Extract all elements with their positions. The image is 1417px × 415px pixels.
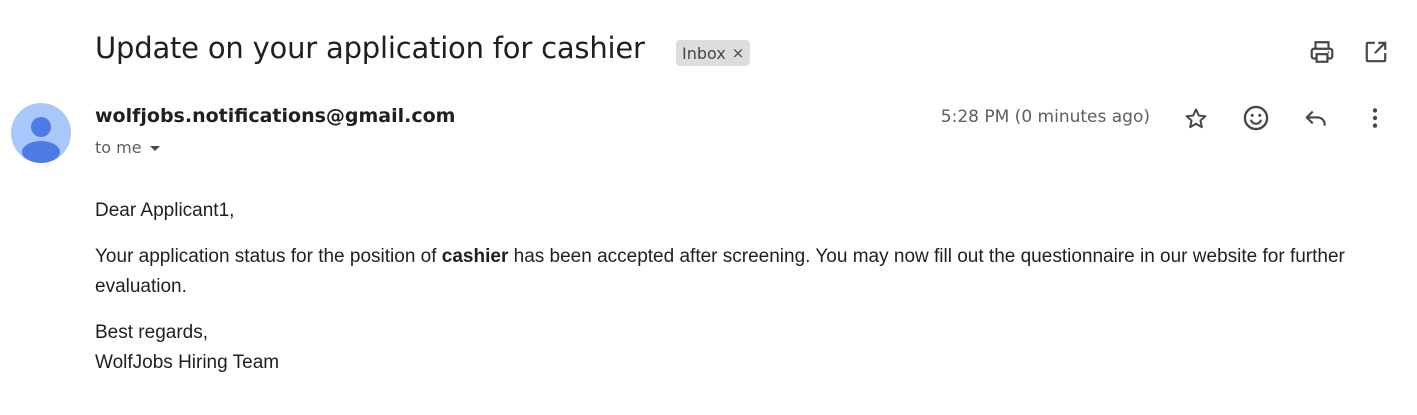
status-text-start: Your application status for the position… [95,246,442,267]
star-icon[interactable] [1178,101,1214,137]
email-subject: Update on your application for cashier [95,31,645,65]
chevron-down-icon [149,146,160,151]
label-text: Inbox [682,43,726,63]
default-avatar-icon [11,103,71,163]
email-view: Update on your application for cashier I… [0,0,1417,415]
open-in-new-window-icon[interactable] [1358,34,1394,70]
email-signature: WolfJobs Hiring Team [95,352,280,373]
recipient-text: to me [95,138,142,157]
position-name: cashier [441,246,509,267]
more-vert-icon[interactable] [1357,100,1393,136]
print-icon[interactable] [1304,34,1340,70]
email-greeting: Dear Applicant1, [95,200,235,221]
remove-label-icon[interactable]: × [732,45,745,61]
email-status-paragraph: Your application status for the position… [95,242,1395,302]
sender-address: wolfjobs.notifications@gmail.com [95,105,456,127]
email-closing: Best regards, [95,322,208,343]
email-timestamp: 5:28 PM (0 minutes ago) [940,107,1150,127]
recipient-details-toggle[interactable]: to me [95,138,160,157]
reply-icon[interactable] [1298,100,1334,136]
emoji-reaction-icon[interactable] [1238,100,1274,136]
inbox-label-chip[interactable]: Inbox × [676,40,751,66]
email-body: Dear Applicant1, Your application status… [95,196,1395,394]
